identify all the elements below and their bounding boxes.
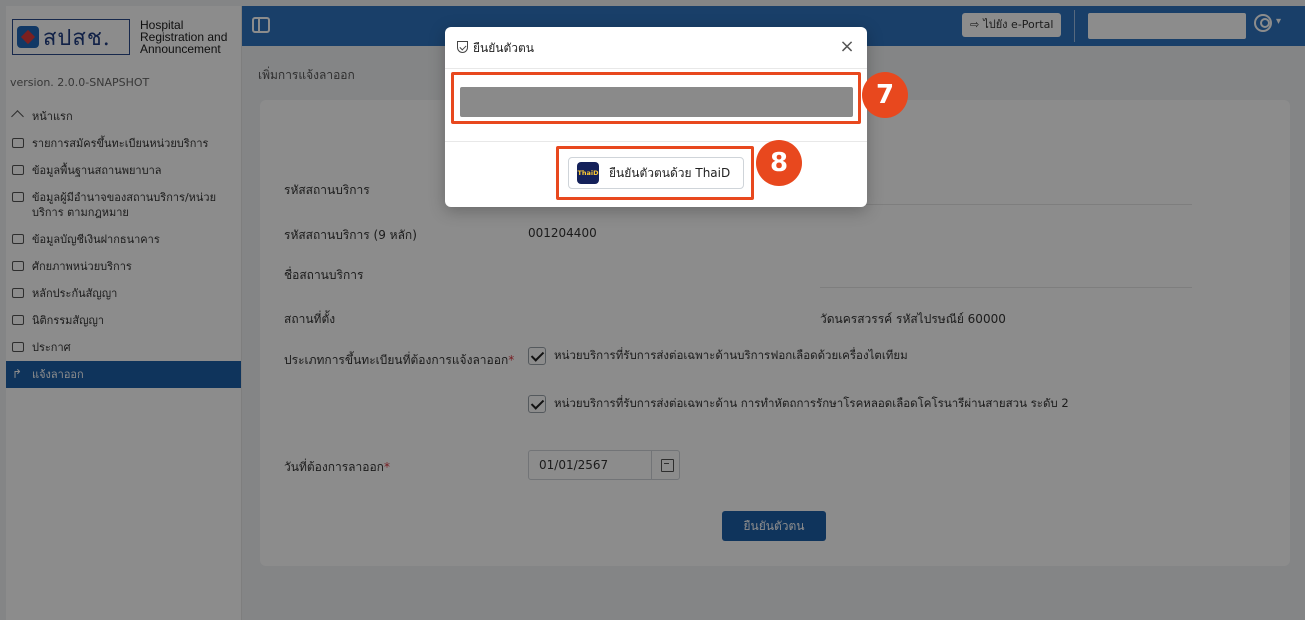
callout-badge-step7: 7	[862, 72, 908, 118]
modal-divider	[445, 141, 867, 142]
shield-check-icon	[457, 41, 468, 53]
modal-header: ยืนยันตัวตน ×	[445, 27, 867, 69]
callout-badge-step8: 8	[756, 140, 802, 186]
modal-title: ยืนยันตัวตน	[473, 41, 534, 55]
callout-box-step8	[556, 146, 754, 200]
callout-box-step7	[451, 72, 861, 124]
close-icon[interactable]: ×	[839, 38, 855, 56]
